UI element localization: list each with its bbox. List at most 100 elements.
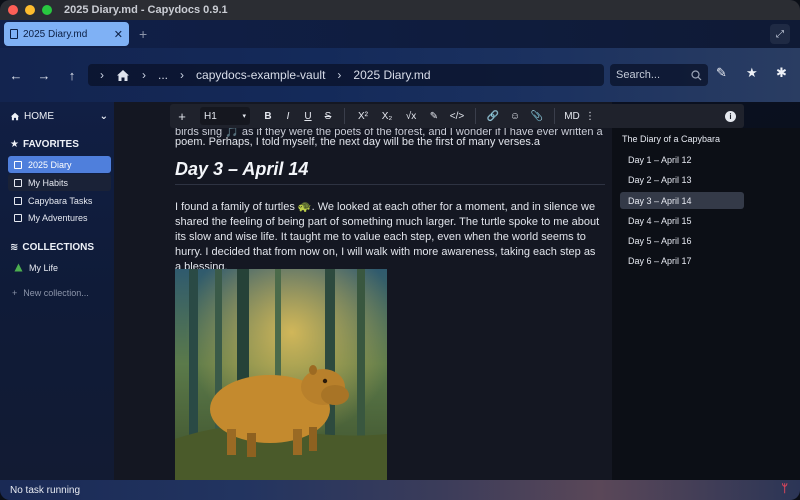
format-toolbar: + H1 ▾ B I U S X² X₂ √x ✎ </> 🔗 ☺ 📎 MD ⋮…: [170, 104, 744, 128]
breadcrumb-ellipsis[interactable]: ...: [158, 68, 168, 82]
sidebar-item-label: 2025 Diary: [28, 159, 72, 170]
toolbar-divider: [554, 108, 555, 124]
navigation-toolbar: ← → ↑ › › ... › capydocs-example-vault ›…: [0, 48, 800, 102]
sidebar-item-label: Capybara Tasks: [28, 195, 93, 206]
formula-button[interactable]: √x: [399, 111, 423, 122]
heading-select-value: H1: [204, 110, 217, 122]
outline-item[interactable]: Day 5 – April 16: [620, 232, 744, 249]
sidebar-home[interactable]: HOME ⌄: [10, 111, 108, 122]
toolbar-divider: [344, 108, 345, 124]
section-heading[interactable]: Day 3 – April 14: [175, 159, 308, 180]
sidebar-item-my-adventures[interactable]: My Adventures: [8, 209, 111, 226]
chevron-down-icon[interactable]: ⌄: [100, 111, 108, 122]
outline-item[interactable]: Day 4 – April 15: [620, 212, 744, 229]
favorites-header: ★ FAVORITES: [10, 139, 79, 150]
sidebar-home-label: HOME: [24, 111, 54, 122]
board-icon: [14, 196, 22, 205]
highlight-icon[interactable]: ✎: [423, 111, 445, 122]
breadcrumb-vault[interactable]: capydocs-example-vault: [196, 68, 325, 82]
sidebar-item-label: My Adventures: [28, 212, 88, 223]
attachment-icon[interactable]: 📎: [526, 111, 548, 122]
new-tab-button[interactable]: +: [139, 26, 147, 42]
sidebar-item-label: My Habits: [28, 177, 69, 188]
tab-2025-diary[interactable]: 2025 Diary.md ✕: [4, 22, 129, 46]
expand-icon[interactable]: ⤢: [770, 24, 790, 44]
sidebar-item-my-life[interactable]: My Life: [8, 259, 111, 276]
sidebar-item-2025-diary[interactable]: 2025 Diary: [8, 156, 111, 173]
chevron-down-icon: ▾: [242, 113, 246, 120]
add-block-button[interactable]: +: [170, 109, 194, 124]
subscript-button[interactable]: X₂: [375, 111, 399, 122]
plus-icon: +: [12, 288, 18, 298]
outline-item[interactable]: Day 2 – April 13: [620, 171, 744, 188]
breadcrumb-file[interactable]: 2025 Diary.md: [353, 68, 430, 82]
sidebar-item-my-habits[interactable]: My Habits: [8, 174, 111, 191]
zoom-window-button[interactable]: [42, 5, 52, 15]
up-arrow-icon[interactable]: ↑: [62, 68, 82, 83]
app-window: 2025 Diary.md - Capydocs 0.9.1 2025 Diar…: [0, 0, 800, 500]
star-icon: ★: [10, 139, 19, 150]
chevron-right-icon: ›: [337, 68, 342, 82]
status-bar: No task running: [0, 480, 800, 500]
gear-icon[interactable]: ✱: [776, 65, 787, 81]
underline-button[interactable]: U: [298, 111, 318, 122]
title-bar: 2025 Diary.md - Capydocs 0.9.1: [0, 0, 800, 20]
code-button[interactable]: </>: [445, 111, 469, 122]
map-icon: [14, 213, 22, 222]
favorites-label: FAVORITES: [22, 139, 79, 150]
tab-bar: 2025 Diary.md ✕ + ⤢: [0, 20, 800, 48]
tree-icon: [14, 263, 23, 272]
info-icon[interactable]: i: [725, 110, 736, 122]
chevron-right-icon: ›: [180, 68, 185, 82]
search-input[interactable]: Search...: [610, 64, 708, 86]
window-controls: [8, 5, 52, 15]
search-placeholder: Search...: [616, 69, 661, 81]
home-icon: [10, 112, 20, 121]
tab-label: 2025 Diary.md: [23, 28, 88, 40]
bold-button[interactable]: B: [258, 111, 278, 122]
markdown-button[interactable]: MD: [561, 111, 583, 122]
capybara-painting-image[interactable]: [175, 269, 387, 480]
heading-divider: [175, 184, 605, 185]
chevron-right-icon: ›: [142, 68, 146, 82]
new-collection-button[interactable]: + New collection...: [12, 288, 89, 298]
outline-item[interactable]: Day 1 – April 12: [620, 151, 744, 168]
forward-arrow-icon[interactable]: →: [34, 68, 54, 83]
document-icon: [10, 29, 18, 39]
close-window-button[interactable]: [8, 5, 18, 15]
chevron-right-icon[interactable]: ›: [100, 68, 104, 82]
home-icon[interactable]: [116, 69, 130, 82]
superscript-button[interactable]: X²: [351, 111, 375, 122]
sidebar-item-label: My Life: [29, 262, 59, 273]
outline-item-active[interactable]: Day 3 – April 14: [620, 192, 744, 209]
sidebar-item-capybara-tasks[interactable]: Capybara Tasks: [8, 192, 111, 209]
back-arrow-icon[interactable]: ←: [6, 68, 26, 83]
collections-label: COLLECTIONS: [22, 242, 95, 253]
sidebar: HOME ⌄ ★ FAVORITES 2025 Diary My Habits …: [0, 102, 114, 480]
collections-header: ≋ COLLECTIONS: [10, 242, 94, 253]
outline-title[interactable]: The Diary of a Capybara: [622, 134, 720, 144]
strikethrough-button[interactable]: S: [318, 111, 338, 122]
git-branch-icon[interactable]: ᛘ: [781, 483, 788, 495]
tab-close-icon[interactable]: ✕: [114, 28, 123, 41]
window-title: 2025 Diary.md - Capydocs 0.9.1: [64, 4, 228, 16]
italic-button[interactable]: I: [278, 111, 298, 122]
outline-item[interactable]: Day 6 – April 17: [620, 252, 744, 269]
status-text: No task running: [10, 484, 81, 496]
toolbar-divider: [475, 108, 476, 124]
more-options-icon[interactable]: ⋮: [583, 111, 597, 122]
paragraph[interactable]: poem. Perhaps, I told myself, the next d…: [175, 135, 605, 150]
new-collection-label: New collection...: [23, 288, 89, 298]
link-icon[interactable]: 🔗: [482, 111, 504, 122]
calendar-icon: [14, 178, 22, 187]
search-icon: [691, 69, 702, 80]
breadcrumb: › › ... › capydocs-example-vault › 2025 …: [88, 64, 604, 86]
paragraph[interactable]: I found a family of turtles 🐢. We looked…: [175, 200, 603, 275]
heading-select[interactable]: H1 ▾: [200, 107, 250, 125]
document-icon: [14, 160, 22, 169]
layers-icon: ≋: [10, 242, 19, 253]
pen-icon[interactable]: ✎: [716, 65, 727, 81]
emoji-icon[interactable]: ☺: [504, 111, 526, 122]
minimize-window-button[interactable]: [25, 5, 35, 15]
star-icon[interactable]: ★: [746, 65, 758, 81]
